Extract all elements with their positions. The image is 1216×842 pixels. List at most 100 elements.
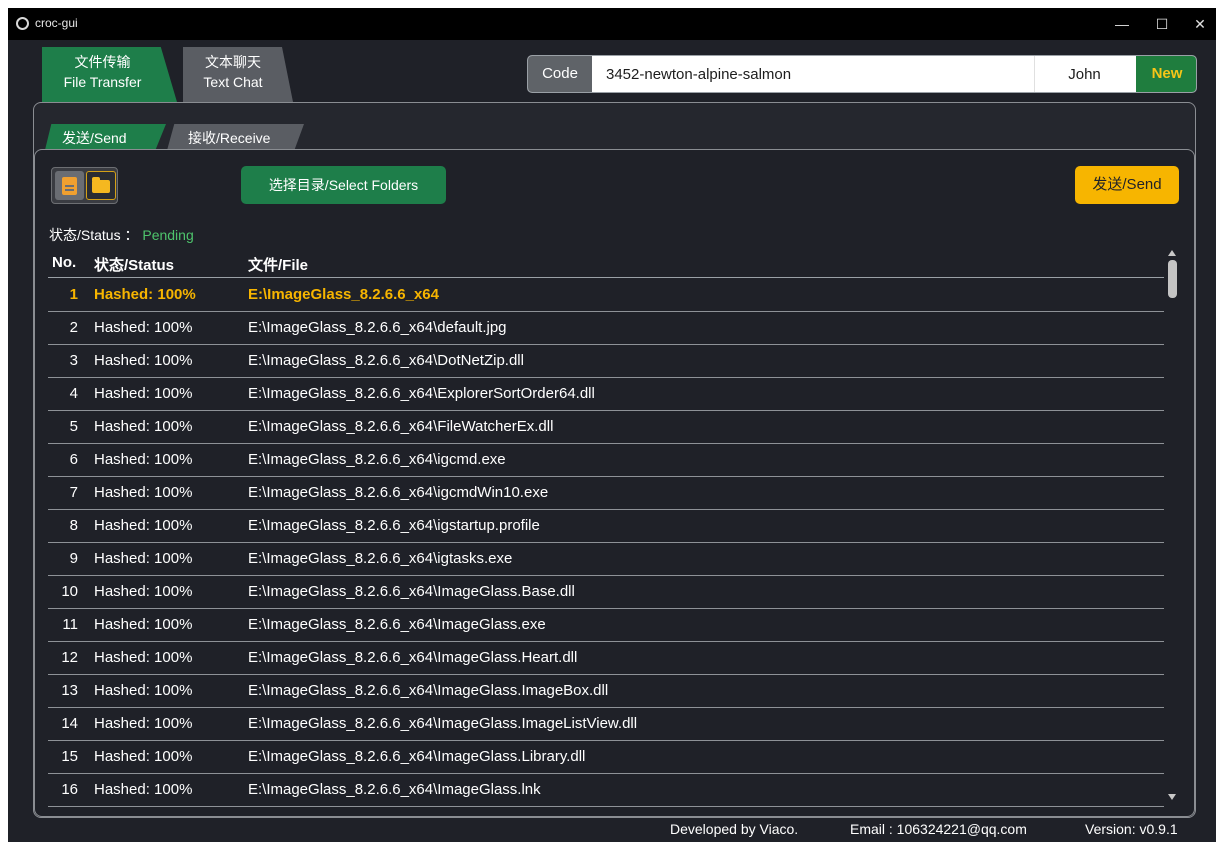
row-status: Hashed: 100% <box>94 418 193 435</box>
row-number: 8 <box>69 517 78 534</box>
row-status: Hashed: 100% <box>94 451 193 468</box>
table-row[interactable]: 13 Hashed: 100% E:\ImageGlass_8.2.6.6_x64\… <box>48 675 1164 708</box>
row-file-path: E:\ImageGlass_8.2.6.6_x64\igcmd.exe <box>248 451 506 468</box>
file-mode-button[interactable] <box>55 171 84 200</box>
code-label: Code <box>528 56 592 92</box>
tab-text-chat[interactable]: 文本聊天 Text Chat <box>183 47 293 102</box>
row-file-path: E:\ImageGlass_8.2.6.6_x64\DotNetZip.dll <box>248 352 524 369</box>
row-number: 10 <box>61 583 78 600</box>
column-header-status[interactable]: 状态/Status <box>94 254 174 275</box>
close-button[interactable]: ✕ <box>1178 8 1216 40</box>
table-row[interactable]: 1 Hashed: 100% E:\ImageGlass_8.2.6.6_x64 <box>48 279 1164 312</box>
row-status: Hashed: 100% <box>94 583 193 600</box>
table-row[interactable]: 3 Hashed: 100% E:\ImageGlass_8.2.6.6_x64\D… <box>48 345 1164 378</box>
row-number: 16 <box>61 781 78 798</box>
row-number: 14 <box>61 715 78 732</box>
table-row[interactable]: 9 Hashed: 100% E:\ImageGlass_8.2.6.6_x64\i… <box>48 543 1164 576</box>
table-row[interactable]: 5 Hashed: 100% E:\ImageGlass_8.2.6.6_x64\F… <box>48 411 1164 444</box>
row-number: 9 <box>69 550 78 567</box>
table-row[interactable]: 6 Hashed: 100% E:\ImageGlass_8.2.6.6_x64\i… <box>48 444 1164 477</box>
row-number: 12 <box>61 649 78 666</box>
row-file-path: E:\ImageGlass_8.2.6.6_x64\ImageGlass.Ima… <box>248 715 638 732</box>
row-status: Hashed: 100% <box>94 385 193 402</box>
window-title: croc-gui <box>35 16 78 30</box>
tab-file-transfer-label-cn: 文件传输 <box>74 54 131 70</box>
row-file-path: E:\ImageGlass_8.2.6.6_x64\ImageGlass.Hea… <box>248 649 578 666</box>
row-status: Hashed: 100% <box>94 319 193 336</box>
table-row[interactable]: 4 Hashed: 100% E:\ImageGlass_8.2.6.6_x64\E… <box>48 378 1164 411</box>
row-number: 3 <box>69 352 78 369</box>
row-file-path: E:\ImageGlass_8.2.6.6_x64\ImageGlass.exe <box>248 616 546 633</box>
row-number: 7 <box>69 484 78 501</box>
row-status: Hashed: 100% <box>94 286 196 303</box>
tab-text-chat-label-en: Text Chat <box>203 74 263 90</box>
table-body: 1 Hashed: 100% E:\ImageGlass_8.2.6.6_x64 2 H… <box>48 279 1164 807</box>
row-number: 6 <box>69 451 78 468</box>
status-label: 状态/Status ： <box>49 227 139 243</box>
scrollbar-thumb[interactable] <box>1168 260 1177 298</box>
row-number: 11 <box>62 616 78 633</box>
folder-icon <box>92 177 110 193</box>
file-icon <box>62 177 77 195</box>
scroll-up-arrow-icon[interactable] <box>1168 250 1176 256</box>
code-bar: Code New <box>527 55 1197 93</box>
row-file-path: E:\ImageGlass_8.2.6.6_x64 <box>248 286 439 303</box>
status-line: 状态/Status ： Pending <box>49 225 194 245</box>
minimize-button[interactable]: — <box>1100 8 1144 40</box>
row-number: 1 <box>69 286 78 303</box>
table-row[interactable]: 8 Hashed: 100% E:\ImageGlass_8.2.6.6_x64\i… <box>48 510 1164 543</box>
row-file-path: E:\ImageGlass_8.2.6.6_x64\FileWatcherEx.… <box>248 418 554 435</box>
file-folder-toggle <box>51 167 118 204</box>
column-header-file[interactable]: 文件/File <box>248 254 308 275</box>
app-window: croc-gui — ☐ ✕ 文件传输 File Transfer 文本聊天 T… <box>8 8 1216 842</box>
row-file-path: E:\ImageGlass_8.2.6.6_x64\igstartup.prof… <box>248 517 540 534</box>
row-number: 5 <box>69 418 78 435</box>
code-input[interactable] <box>592 56 1032 92</box>
name-input[interactable] <box>1034 56 1134 92</box>
table-row[interactable]: 16 Hashed: 100% E:\ImageGlass_8.2.6.6_x64\… <box>48 774 1164 807</box>
row-file-path: E:\ImageGlass_8.2.6.6_x64\default.jpg <box>248 319 507 336</box>
row-file-path: E:\ImageGlass_8.2.6.6_x64\ImageGlass.Ima… <box>248 682 609 699</box>
footer: Developed by Viaco. Email : 106324221@qq… <box>8 821 1208 841</box>
table-row[interactable]: 14 Hashed: 100% E:\ImageGlass_8.2.6.6_x64\… <box>48 708 1164 741</box>
row-status: Hashed: 100% <box>94 781 193 798</box>
footer-email: Email : 106324221@qq.com <box>850 821 1027 837</box>
new-code-button[interactable]: New <box>1136 56 1196 92</box>
row-file-path: E:\ImageGlass_8.2.6.6_x64\ImageGlass.Lib… <box>248 748 586 765</box>
send-button[interactable]: 发送/Send <box>1075 166 1179 204</box>
table-row[interactable]: 12 Hashed: 100% E:\ImageGlass_8.2.6.6_x64\… <box>48 642 1164 675</box>
row-file-path: E:\ImageGlass_8.2.6.6_x64\ImageGlass.lnk <box>248 781 541 798</box>
table-row[interactable]: 2 Hashed: 100% E:\ImageGlass_8.2.6.6_x64\d… <box>48 312 1164 345</box>
row-status: Hashed: 100% <box>94 550 193 567</box>
title-bar: croc-gui — ☐ ✕ <box>8 8 1216 40</box>
row-number: 4 <box>69 385 78 402</box>
scroll-down-arrow-icon[interactable] <box>1168 794 1176 800</box>
row-number: 15 <box>61 748 78 765</box>
column-header-no[interactable]: No. <box>52 254 76 271</box>
folder-mode-button[interactable] <box>86 171 116 200</box>
footer-version: Version: v0.9.1 <box>1085 821 1178 837</box>
table-row[interactable]: 15 Hashed: 100% E:\ImageGlass_8.2.6.6_x64\… <box>48 741 1164 774</box>
table-row[interactable]: 11 Hashed: 100% E:\ImageGlass_8.2.6.6_x64\… <box>48 609 1164 642</box>
row-status: Hashed: 100% <box>94 748 193 765</box>
tab-file-transfer[interactable]: 文件传输 File Transfer <box>42 47 177 102</box>
row-status: Hashed: 100% <box>94 682 193 699</box>
app-logo-icon <box>16 17 29 30</box>
row-status: Hashed: 100% <box>94 715 193 732</box>
tab-file-transfer-label-en: File Transfer <box>63 74 142 90</box>
status-value: Pending <box>142 227 194 243</box>
row-number: 13 <box>61 682 78 699</box>
row-file-path: E:\ImageGlass_8.2.6.6_x64\ImageGlass.Bas… <box>248 583 575 600</box>
row-status: Hashed: 100% <box>94 484 193 501</box>
row-status: Hashed: 100% <box>94 616 193 633</box>
row-status: Hashed: 100% <box>94 517 193 534</box>
row-status: Hashed: 100% <box>94 649 193 666</box>
table-row[interactable]: 10 Hashed: 100% E:\ImageGlass_8.2.6.6_x64\… <box>48 576 1164 609</box>
table-header: No. 状态/Status 文件/File <box>48 247 1164 278</box>
file-table: No. 状态/Status 文件/File 1 Hashed: 100% E:\Im… <box>48 247 1164 807</box>
select-folders-button[interactable]: 选择目录/Select Folders <box>241 166 446 204</box>
table-scrollbar[interactable] <box>1165 248 1180 804</box>
row-number: 2 <box>69 319 78 336</box>
table-row[interactable]: 7 Hashed: 100% E:\ImageGlass_8.2.6.6_x64\i… <box>48 477 1164 510</box>
row-file-path: E:\ImageGlass_8.2.6.6_x64\ExplorerSortOr… <box>248 385 595 402</box>
